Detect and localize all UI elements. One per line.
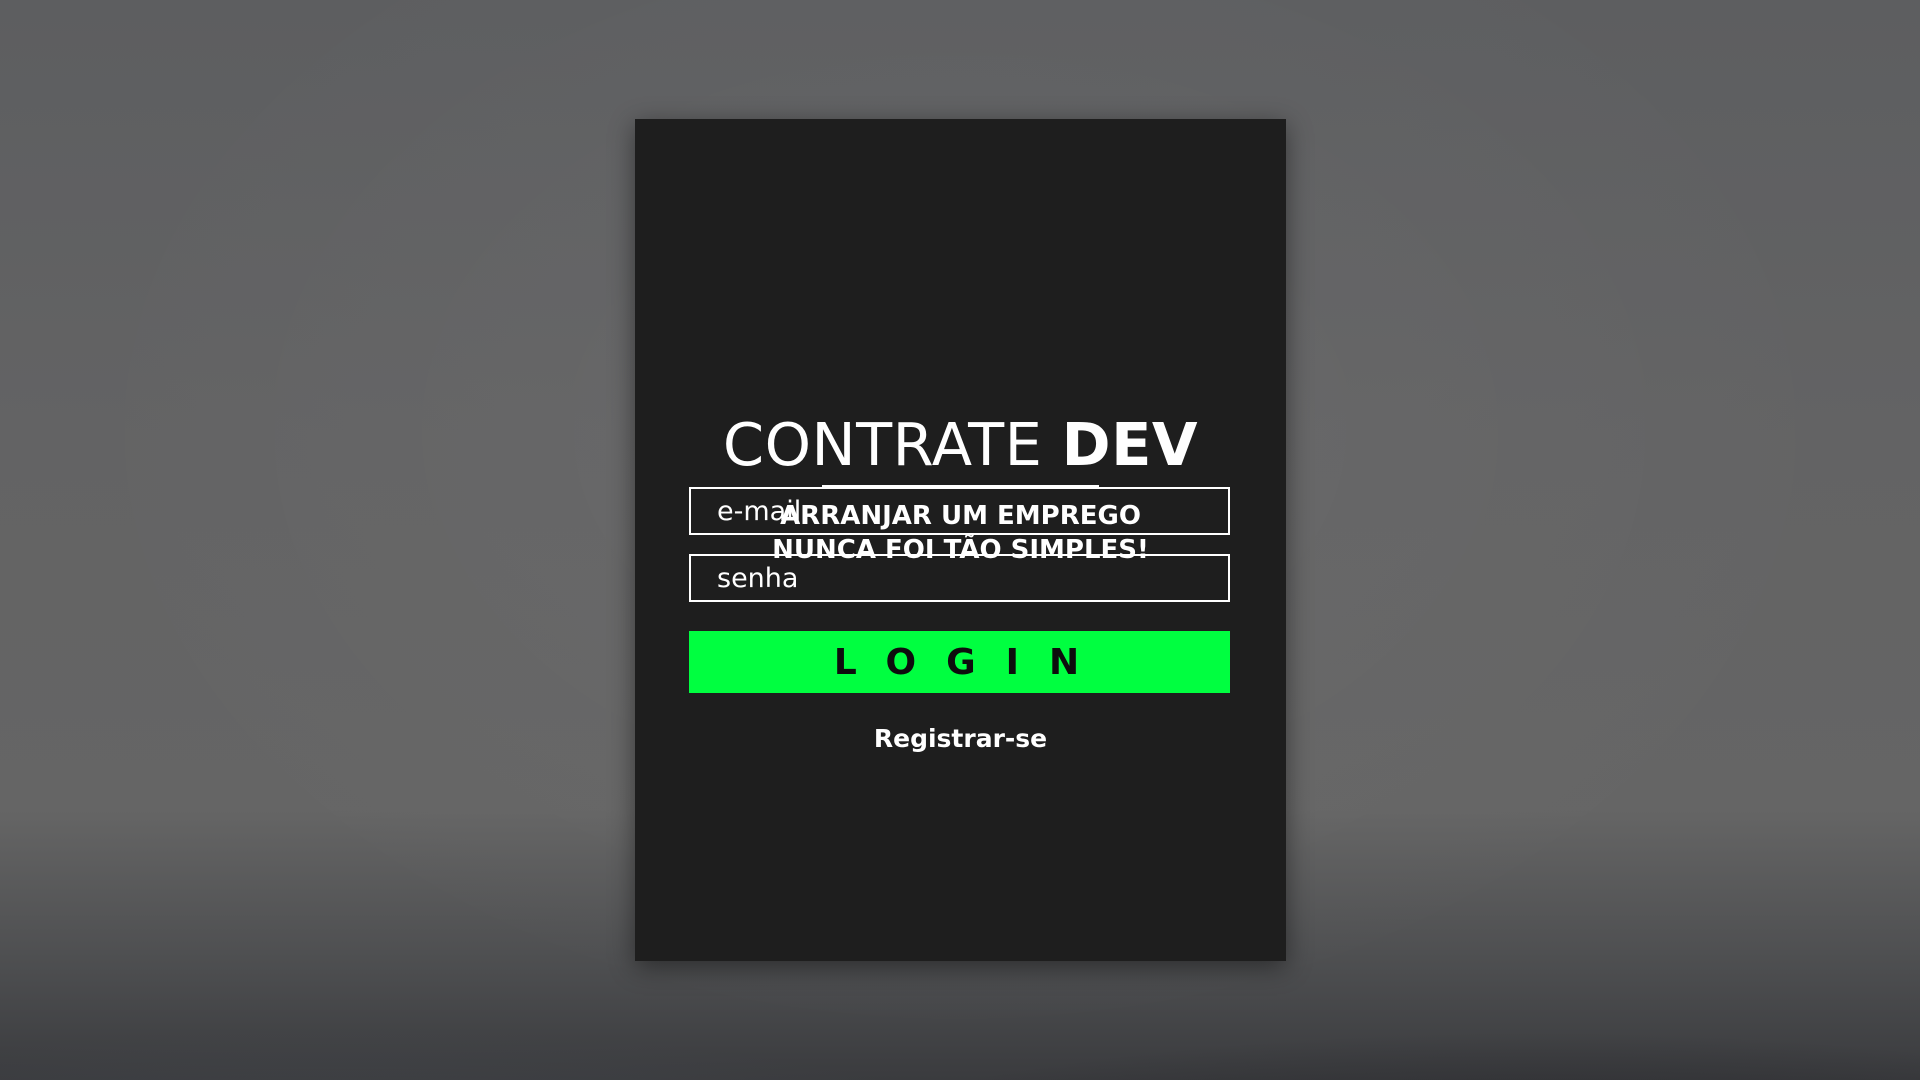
login-button[interactable]: LOGIN: [689, 631, 1230, 693]
register-link[interactable]: Registrar-se: [635, 723, 1286, 755]
email-field[interactable]: [689, 487, 1230, 535]
password-field[interactable]: [689, 554, 1230, 602]
brand-title: CONTRATE DEV: [635, 409, 1286, 481]
brand-title-bold: DEV: [1061, 410, 1199, 479]
login-card: CONTRATE DEV ARRANJAR UM EMPREGO NUNCA F…: [635, 119, 1286, 961]
brand-title-light: CONTRATE: [722, 410, 1062, 479]
